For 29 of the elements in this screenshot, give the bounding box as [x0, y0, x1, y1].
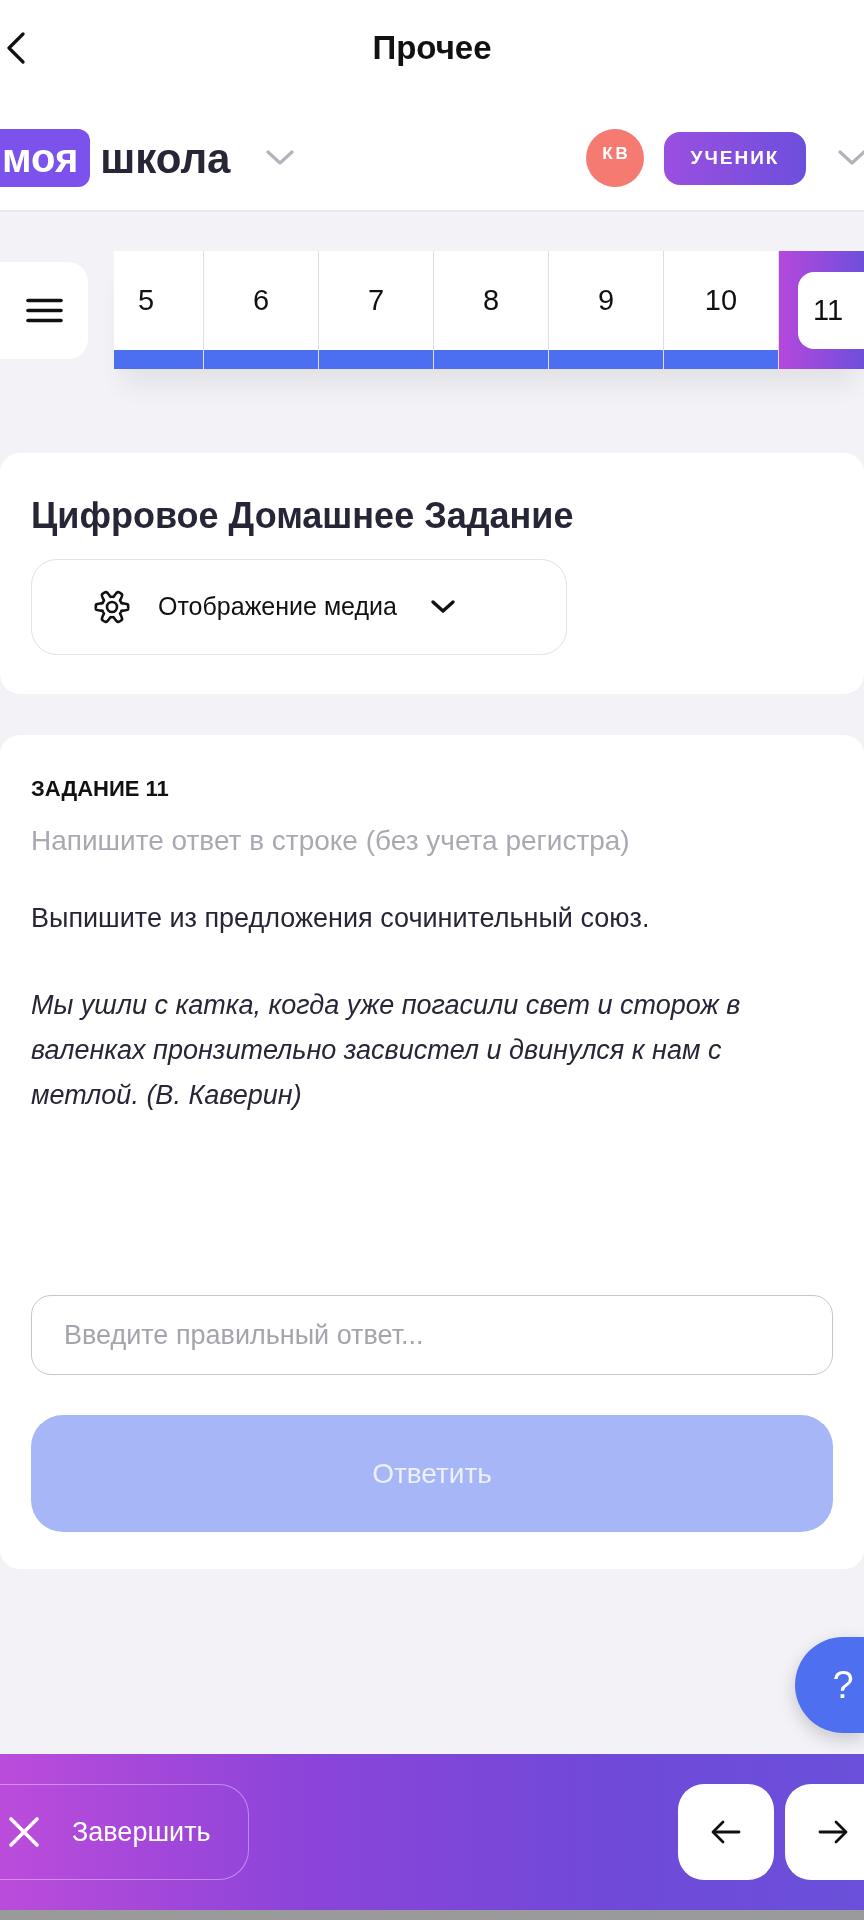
finish-button[interactable]: Завершить [0, 1784, 249, 1880]
question-tile[interactable]: 5 [114, 251, 204, 369]
help-button[interactable]: ? [795, 1637, 864, 1733]
back-icon[interactable] [6, 32, 26, 64]
answer-field[interactable]: Введите правильный ответ... [31, 1295, 833, 1375]
chevron-down-icon [429, 599, 456, 615]
previous-button[interactable] [678, 1784, 774, 1880]
arrow-right-icon [818, 1820, 848, 1844]
media-display-button[interactable]: Отображение медиа [31, 559, 567, 655]
menu-icon [25, 298, 63, 323]
page-title: Прочее [372, 28, 492, 69]
question-tile[interactable]: 6 [204, 251, 319, 369]
homework-title: Цифровое Домашнее Задание [31, 494, 575, 538]
question-tile[interactable]: 9 [549, 251, 664, 369]
logo-highlight: моя [0, 129, 91, 187]
arrow-left-icon [711, 1820, 741, 1844]
menu-button[interactable] [0, 262, 88, 359]
question-tile[interactable]: 7 [319, 251, 434, 369]
question-tile[interactable]: 10 [664, 251, 779, 369]
role-badge: УЧЕНИК [664, 131, 806, 185]
question-tile[interactable]: 11 [779, 251, 864, 369]
task-instruction: Выпишите из предложения сочинительный союз. [31, 902, 651, 935]
next-button[interactable] [785, 1784, 864, 1880]
task-heading: ЗАДАНИЕ 11 [31, 775, 170, 803]
task-hint: Напишите ответ в строке (без учета регистра) [31, 824, 631, 858]
question-tile[interactable]: 8 [434, 251, 549, 369]
close-icon [8, 1816, 40, 1848]
task-sentence: Мы ушли с катка, когда уже погасили свет и сторож в валенках пронзительно засвистел и двинулся к нам с метлой. (В. Каверин) [31, 989, 742, 1112]
logo-text: школа [100, 133, 231, 184]
